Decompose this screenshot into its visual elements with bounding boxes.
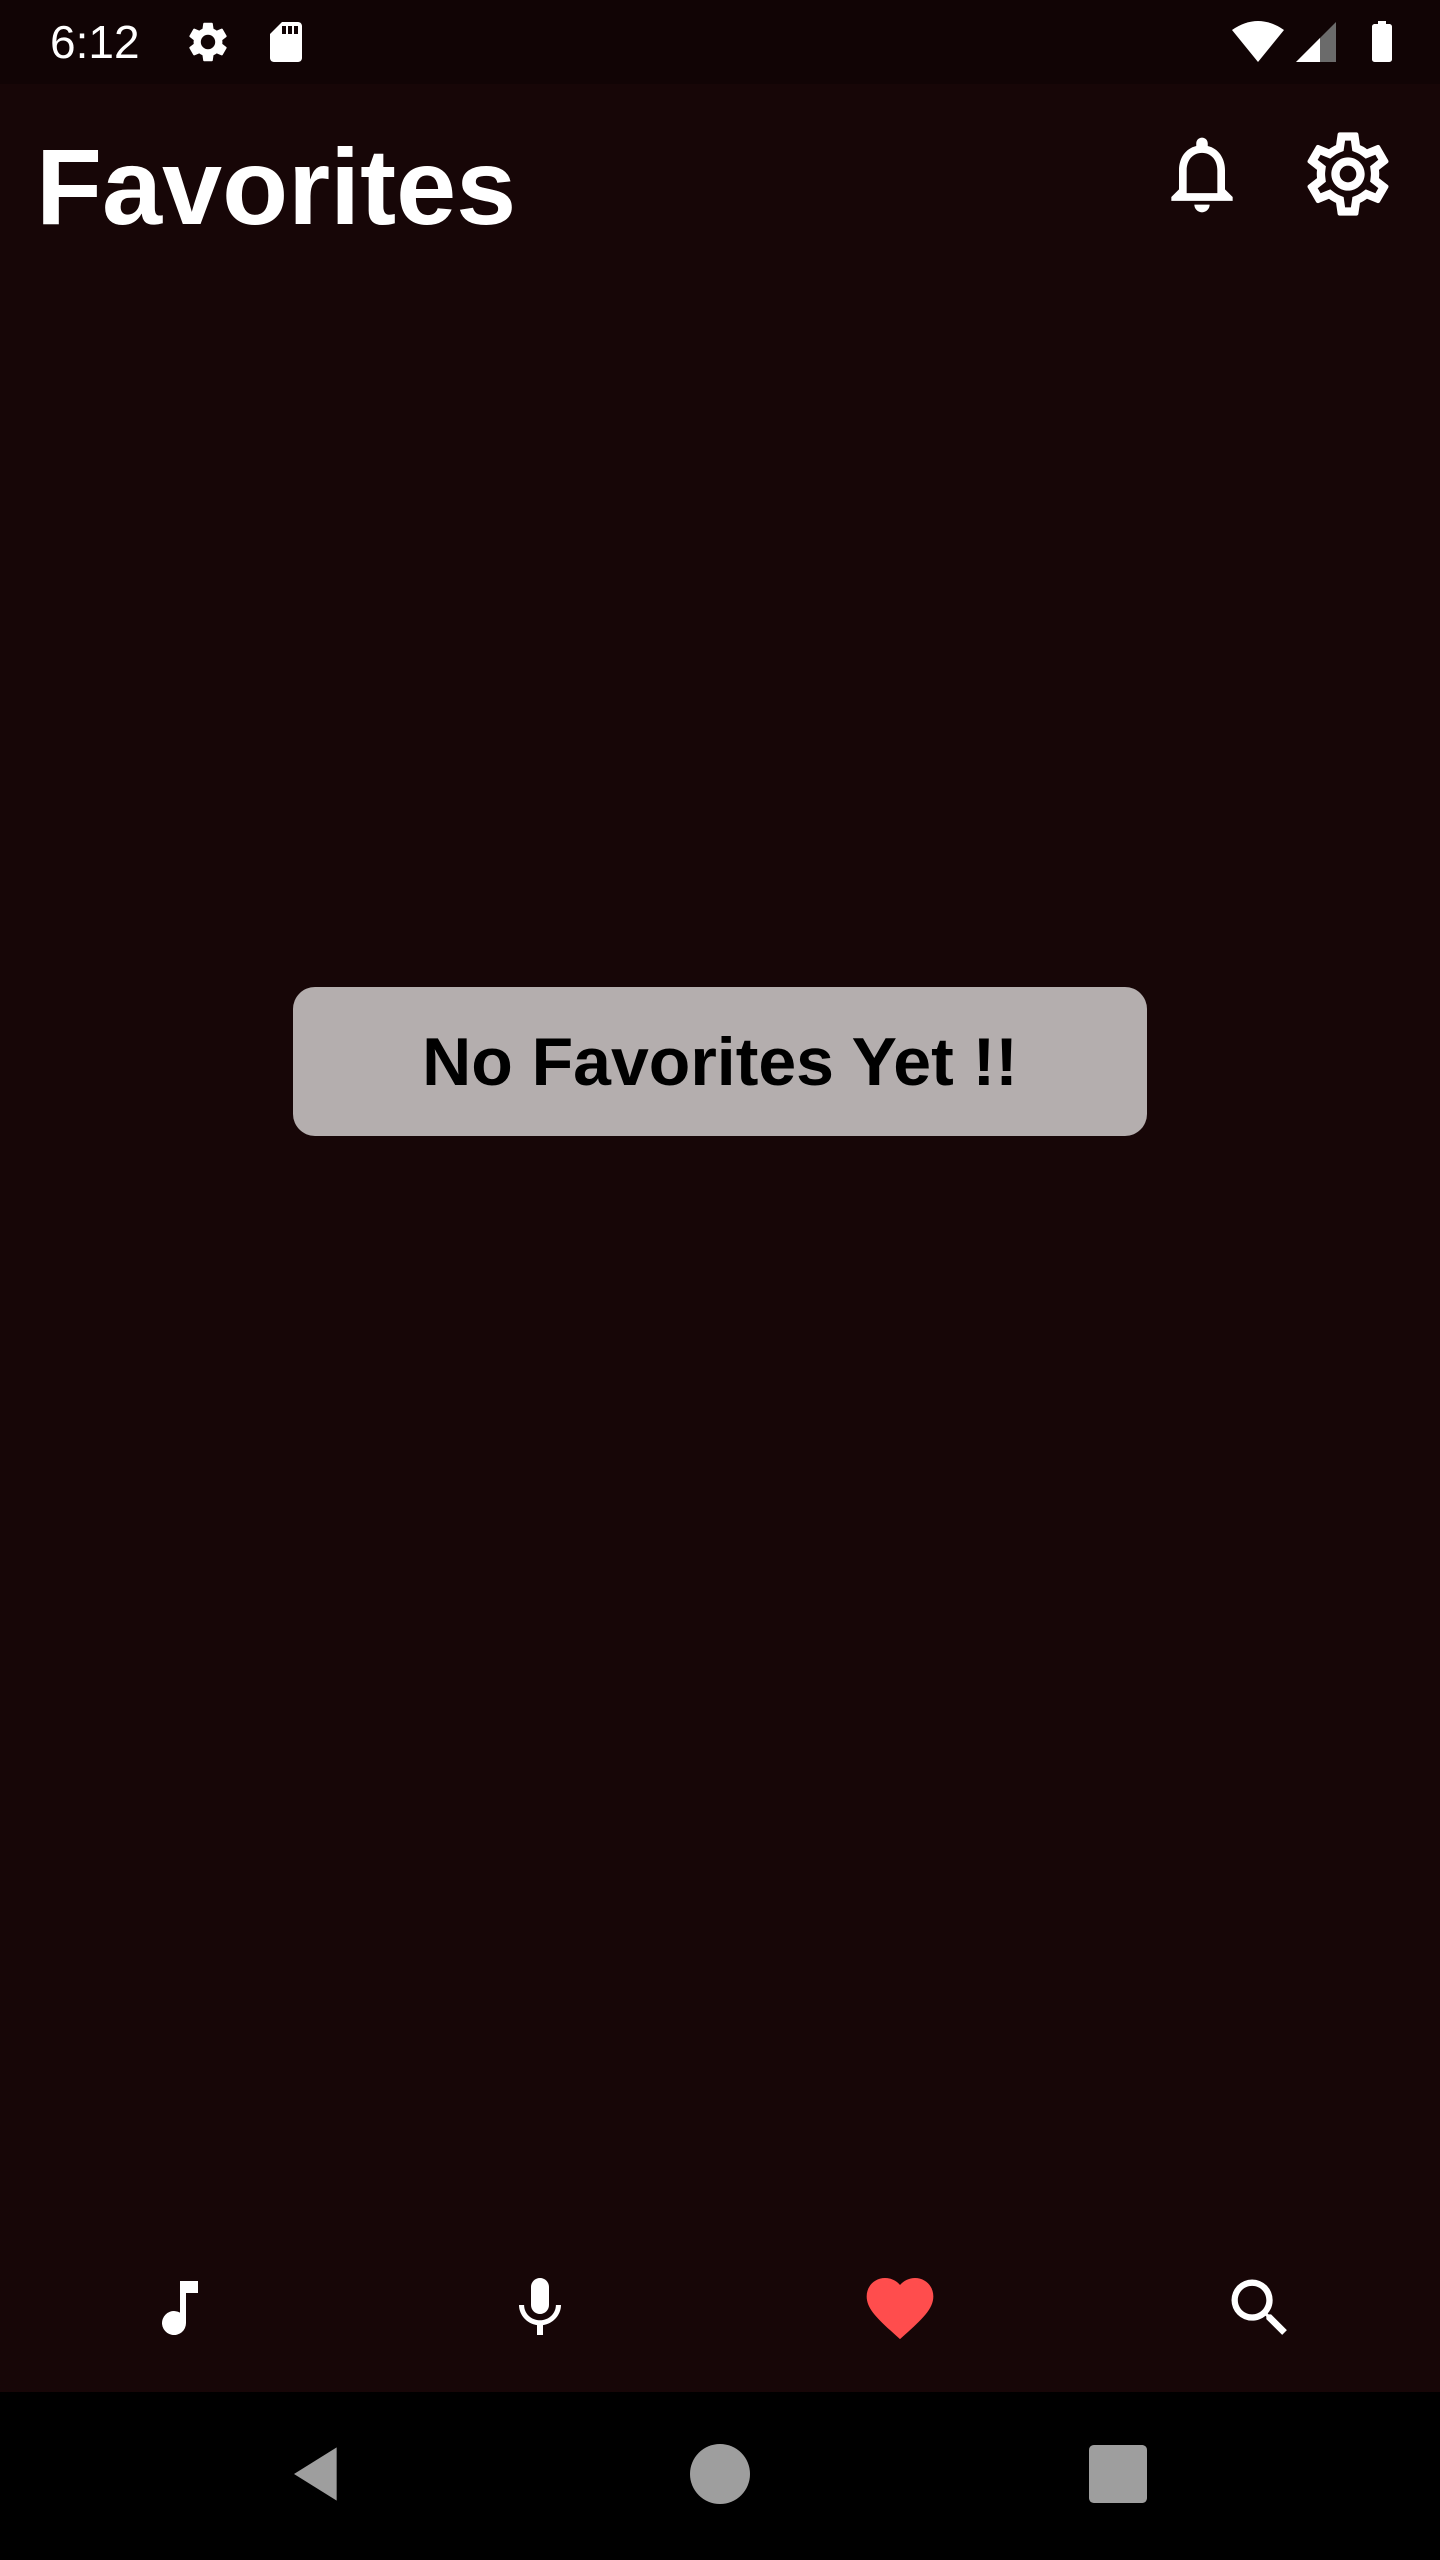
microphone-icon — [504, 2272, 576, 2349]
home-icon — [690, 2443, 750, 2509]
empty-state-message: No Favorites Yet !! — [422, 1023, 1018, 1100]
notifications-button[interactable] — [1150, 124, 1254, 228]
settings-icon — [184, 18, 232, 66]
heart-icon — [860, 2268, 940, 2353]
system-navigation-bar — [0, 2392, 1440, 2560]
recents-icon — [1089, 2444, 1147, 2508]
wifi-icon — [1230, 18, 1286, 66]
back-button[interactable] — [268, 2426, 368, 2526]
nav-item-favorites[interactable] — [830, 2240, 970, 2380]
status-time: 6:12 — [50, 16, 140, 68]
page-title: Favorites — [36, 126, 517, 247]
sd-card-icon — [262, 18, 310, 66]
bell-icon — [1156, 128, 1248, 225]
nav-item-artists[interactable] — [470, 2240, 610, 2380]
signal-icon — [1292, 18, 1340, 66]
battery-icon — [1358, 18, 1406, 66]
settings-button[interactable] — [1296, 124, 1400, 228]
status-bar: 6:12 — [0, 0, 1440, 84]
favorites-screen: 6:12 Favorites No Favorites Yet !! — [0, 0, 1440, 2560]
nav-item-songs[interactable] — [110, 2240, 250, 2380]
nav-item-search[interactable] — [1190, 2240, 1330, 2380]
music-note-icon — [144, 2272, 216, 2349]
home-button[interactable] — [670, 2426, 770, 2526]
gear-icon — [1298, 124, 1398, 229]
back-icon — [286, 2442, 350, 2511]
empty-state-badge: No Favorites Yet !! — [293, 987, 1147, 1136]
search-icon — [1222, 2270, 1298, 2351]
recents-button[interactable] — [1068, 2426, 1168, 2526]
bottom-navigation — [0, 2220, 1440, 2392]
